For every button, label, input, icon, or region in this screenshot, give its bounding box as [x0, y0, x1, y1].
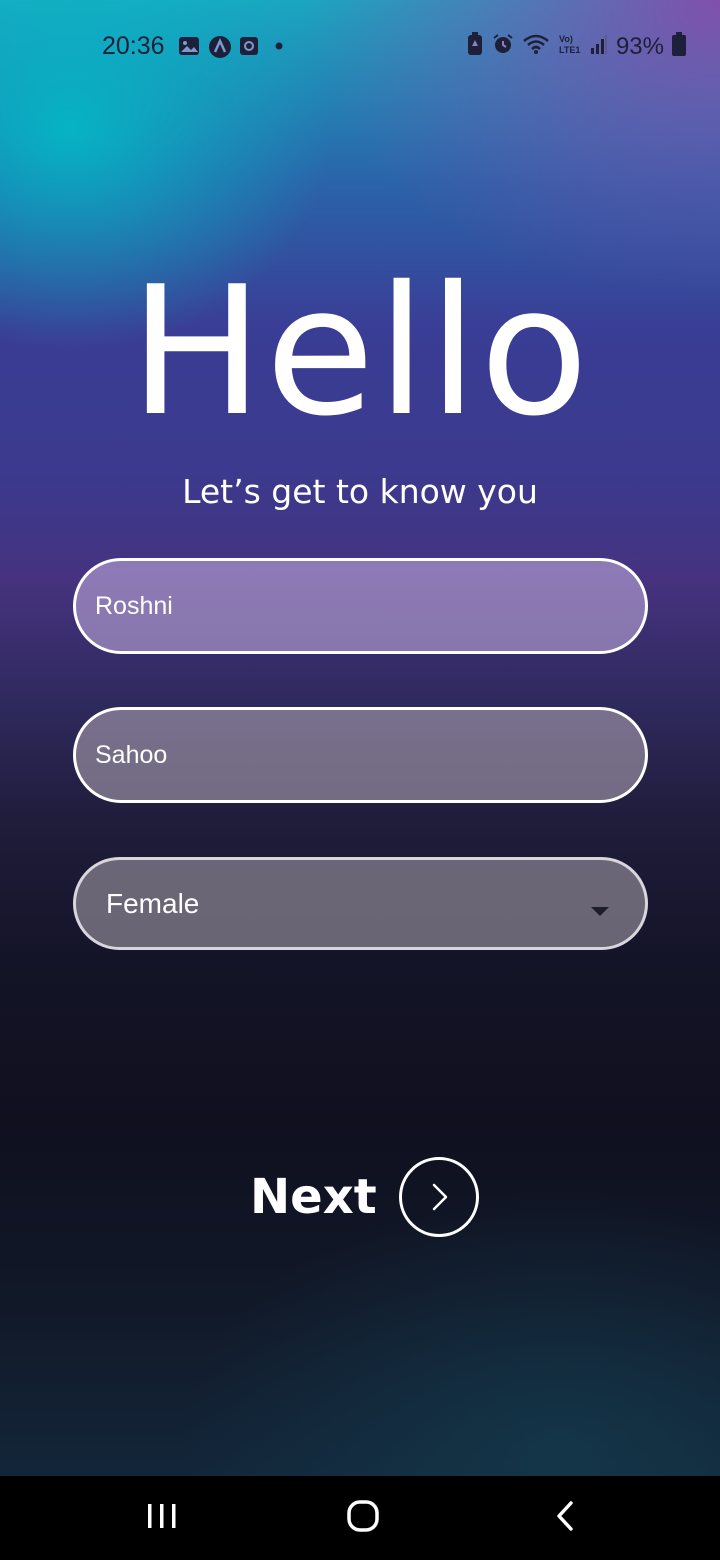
first-name-input[interactable]	[76, 561, 645, 651]
alarm-icon	[492, 33, 514, 60]
svg-text:LTE1: LTE1	[559, 45, 580, 55]
signal-icon	[590, 33, 608, 60]
back-icon	[553, 1500, 577, 1537]
app-square-icon	[238, 35, 260, 57]
dropdown-caret-icon	[591, 907, 609, 916]
gallery-icon	[178, 35, 200, 57]
navigation-bar	[0, 1476, 720, 1560]
last-name-input[interactable]	[76, 710, 645, 800]
status-left-icons	[178, 35, 290, 58]
status-right-icons: Vo) LTE1 93%	[466, 32, 686, 61]
dot-icon	[268, 35, 290, 57]
home-button[interactable]	[303, 1476, 423, 1560]
next-button[interactable]: Next	[250, 1156, 479, 1238]
back-button[interactable]	[505, 1476, 625, 1560]
screen-background: 20:36 Vo) LTE1 93% Hello Let’s get to kn…	[0, 0, 720, 1476]
app-a-icon	[208, 35, 231, 58]
battery-saver-icon	[466, 32, 484, 61]
last-name-field[interactable]	[73, 707, 648, 803]
gender-selected-value: Female	[106, 887, 200, 919]
battery-icon	[672, 32, 686, 61]
first-name-field[interactable]	[73, 558, 648, 654]
wifi-icon	[522, 33, 550, 60]
svg-text:Vo): Vo)	[559, 34, 573, 44]
page-subtitle: Let’s get to know you	[182, 472, 538, 511]
volte-icon: Vo) LTE1	[558, 32, 582, 61]
chevron-right-icon[interactable]	[398, 1157, 479, 1237]
battery-percent: 93%	[615, 32, 664, 60]
recents-button[interactable]	[102, 1476, 222, 1560]
status-bar: 20:36 Vo) LTE1 93%	[0, 0, 720, 92]
home-icon	[346, 1499, 380, 1538]
next-label: Next	[250, 1169, 377, 1225]
status-time: 20:36	[102, 32, 165, 60]
page-title: Hello	[129, 248, 591, 455]
recents-icon	[145, 1501, 179, 1536]
gender-select[interactable]: Female	[73, 857, 648, 950]
